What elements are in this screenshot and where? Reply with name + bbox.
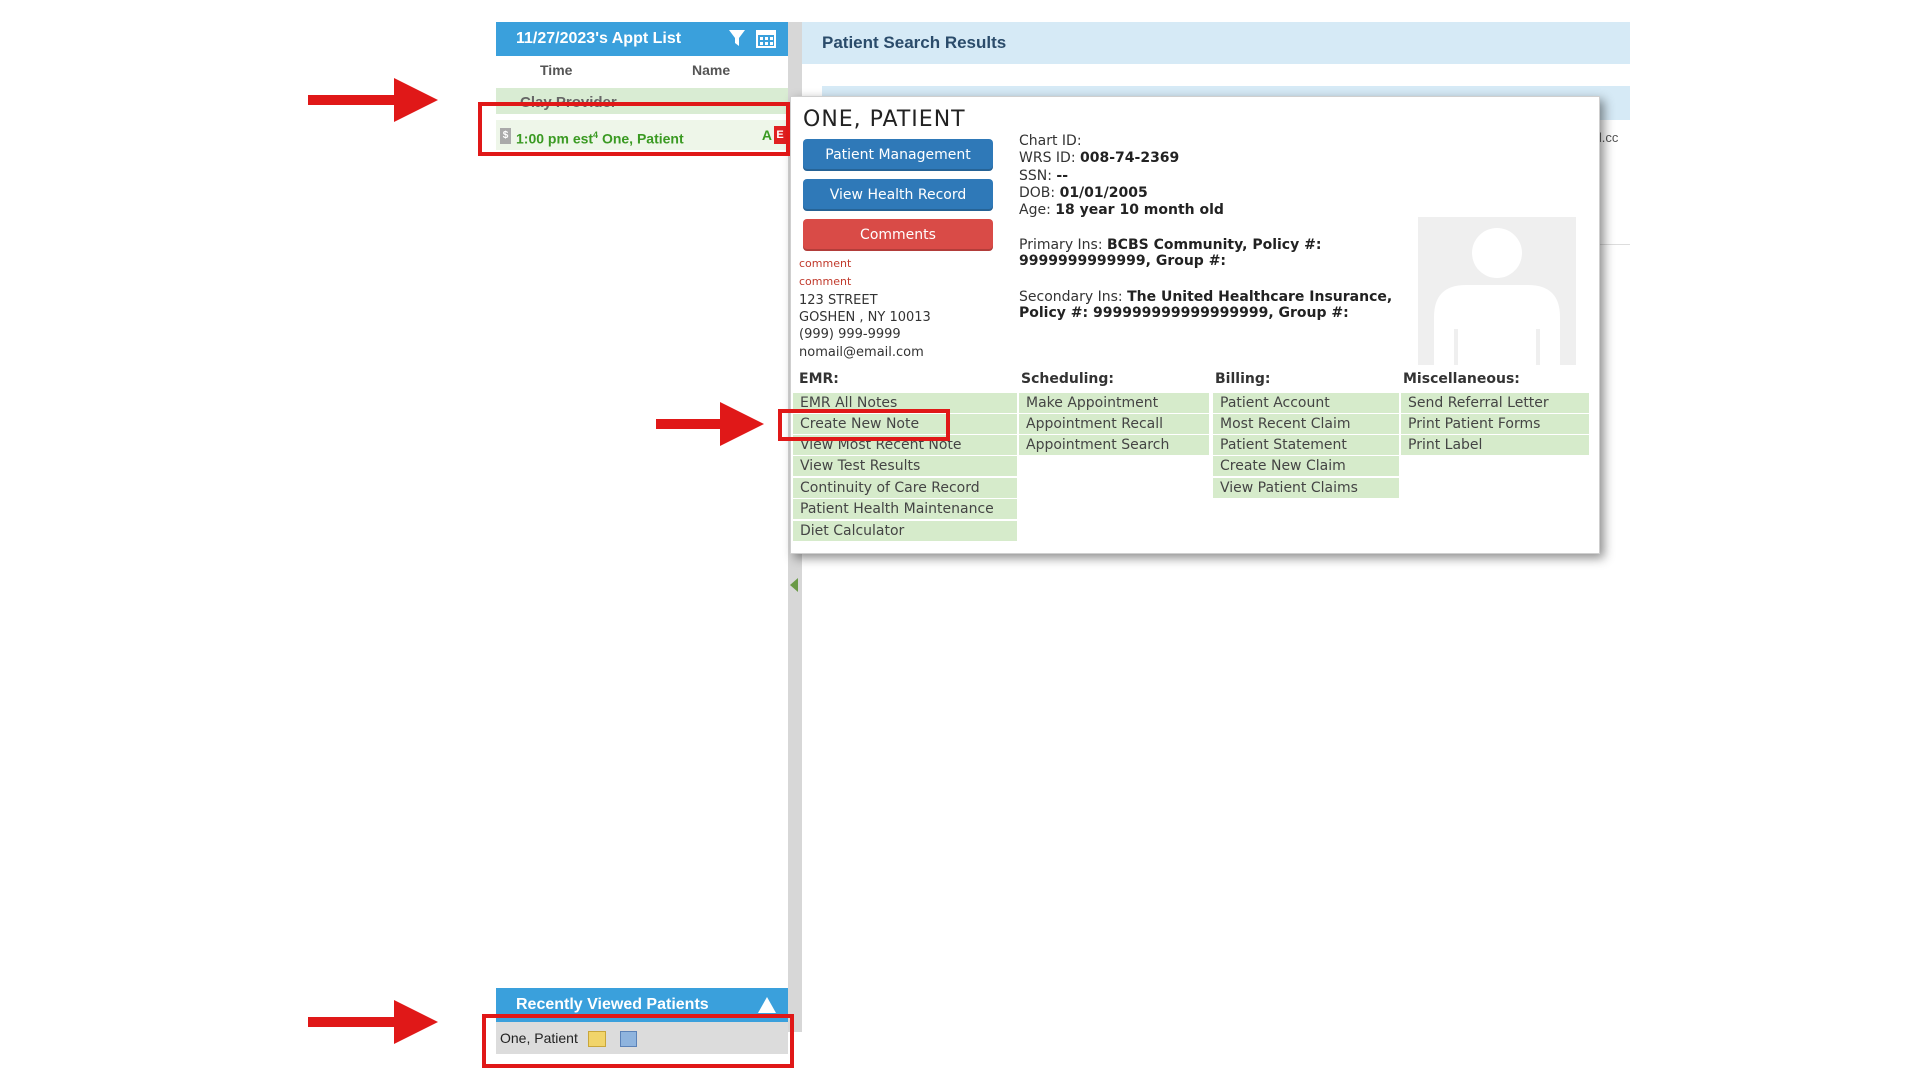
print-patient-forms-link[interactable]: Print Patient Forms [1401, 414, 1589, 434]
email-address: nomail@email.com [799, 345, 924, 360]
comment-item: comment [799, 275, 852, 288]
search-results-header: Patient Search Results [802, 22, 1630, 64]
appointment-recall-link[interactable]: Appointment Recall [1019, 414, 1209, 434]
continuity-of-care-link[interactable]: Continuity of Care Record [793, 478, 1017, 498]
appt-list-title: 11/27/2023's Appt List [516, 30, 682, 47]
avatar-placeholder-icon [1418, 217, 1576, 365]
primary-insurance: Primary Ins: BCBS Community, Policy #: 9… [1019, 237, 1322, 269]
print-label-link[interactable]: Print Label [1401, 435, 1589, 455]
patient-health-maintenance-link[interactable]: Patient Health Maintenance [793, 499, 1017, 519]
appt-column-headers: Time Name [496, 56, 788, 86]
annotation-arrow-icon [308, 78, 438, 122]
view-test-results-link[interactable]: View Test Results [793, 456, 1017, 476]
phone-number: (999) 999-9999 [799, 327, 901, 342]
patient-name: ONE, PATIENT [803, 107, 966, 132]
age: Age: 18 year 10 month old [1019, 202, 1224, 218]
ssn: SSN: -- [1019, 168, 1069, 184]
collapse-panel-icon[interactable] [790, 578, 798, 592]
annotation-arrow-icon [656, 402, 764, 446]
patient-popup: ONE, PATIENT Patient Management View Hea… [790, 96, 1600, 554]
scheduling-section-title: Scheduling: [1021, 371, 1115, 387]
make-appointment-link[interactable]: Make Appointment [1019, 393, 1209, 413]
appointment-search-link[interactable]: Appointment Search [1019, 435, 1209, 455]
calendar-icon[interactable] [756, 28, 776, 48]
view-patient-claims-link[interactable]: View Patient Claims [1213, 478, 1399, 498]
annotation-box-appointment [478, 102, 790, 156]
view-health-record-button[interactable]: View Health Record [803, 179, 993, 211]
create-new-claim-link[interactable]: Create New Claim [1213, 456, 1399, 476]
patient-statement-link[interactable]: Patient Statement [1213, 435, 1399, 455]
annotation-box-create-note [778, 409, 950, 441]
comment-item: comment [799, 257, 852, 270]
name-column-header[interactable]: Name [692, 62, 730, 78]
recent-patients-title: Recently Viewed Patients [516, 996, 709, 1013]
triangle-up-icon[interactable] [758, 997, 776, 1013]
chart-id: Chart ID: [1019, 133, 1082, 149]
patient-management-button[interactable]: Patient Management [803, 139, 993, 171]
wrs-id: WRS ID: 008-74-2369 [1019, 150, 1180, 166]
address-city: GOSHEN , NY 10013 [799, 310, 931, 325]
send-referral-letter-link[interactable]: Send Referral Letter [1401, 393, 1589, 413]
dob: DOB: 01/01/2005 [1019, 185, 1148, 201]
patient-account-link[interactable]: Patient Account [1213, 393, 1399, 413]
address-street: 123 STREET [799, 293, 878, 308]
diet-calculator-link[interactable]: Diet Calculator [793, 521, 1017, 541]
appt-list-header: 11/27/2023's Appt List [496, 22, 788, 56]
misc-section-title: Miscellaneous: [1403, 371, 1520, 387]
secondary-insurance: Secondary Ins: The United Healthcare Ins… [1019, 289, 1393, 321]
most-recent-claim-link[interactable]: Most Recent Claim [1213, 414, 1399, 434]
emr-section-title: EMR: [799, 371, 839, 387]
filter-icon[interactable] [728, 28, 746, 48]
results-divider [1596, 244, 1630, 245]
time-column-header[interactable]: Time [540, 62, 572, 78]
billing-section-title: Billing: [1215, 371, 1271, 387]
annotation-arrow-icon [308, 1000, 438, 1044]
annotation-box-recent-patient [482, 1014, 794, 1068]
comments-button[interactable]: Comments [803, 219, 993, 251]
